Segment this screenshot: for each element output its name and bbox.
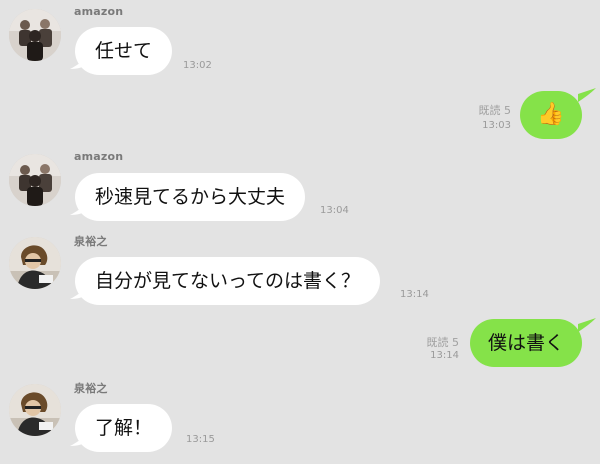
timestamp: 13:02 — [183, 60, 212, 71]
person-photo-icon — [9, 384, 61, 436]
timestamp: 13:04 — [320, 205, 349, 216]
message-bubble[interactable]: 自分が見てないってのは書く？ — [75, 257, 381, 305]
person-photo-icon — [9, 237, 61, 289]
thumbs-up-icon: 👍 — [537, 102, 565, 127]
message-bubble[interactable]: 👍 — [520, 91, 582, 139]
bubble-tail — [578, 318, 596, 332]
read-receipt: 既読 5 — [478, 104, 512, 117]
avatar-amazon[interactable] — [9, 154, 61, 206]
message-bubble[interactable]: 秒速見てるから大丈夫 — [75, 173, 306, 221]
sender-name: amazon — [74, 5, 124, 18]
sender-name: amazon — [74, 150, 124, 163]
timestamp: 13:03 — [482, 120, 511, 131]
sender-name: 泉裕之 — [74, 382, 108, 395]
read-receipt: 既読 5 — [426, 336, 460, 349]
message-bubble[interactable]: 任せて — [75, 27, 173, 75]
group-photo-icon — [9, 154, 61, 206]
timestamp: 13:14 — [400, 289, 429, 300]
message-bubble[interactable]: 僕は書く — [470, 319, 582, 367]
timestamp: 13:14 — [430, 350, 459, 361]
bubble-tail — [578, 88, 596, 102]
timestamp: 13:15 — [186, 434, 215, 445]
avatar-izumi[interactable] — [9, 384, 61, 436]
group-photo-icon — [9, 9, 61, 61]
avatar-amazon[interactable] — [9, 9, 61, 61]
message-bubble[interactable]: 了解！ — [75, 404, 173, 452]
chat-area[interactable]: amazon 任せて 13:02 既読 5 13:03 👍 amazon 秒速見… — [0, 0, 600, 464]
avatar-izumi[interactable] — [9, 237, 61, 289]
sender-name: 泉裕之 — [74, 235, 108, 248]
